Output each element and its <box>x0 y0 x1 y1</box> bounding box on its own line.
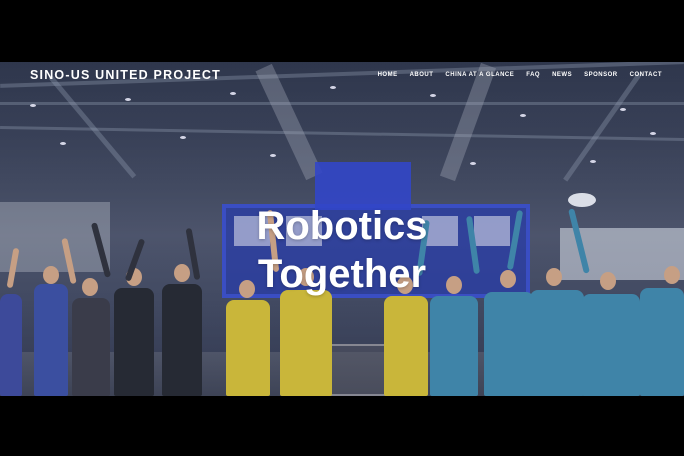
ceiling-light <box>590 160 596 163</box>
person-lab-coat <box>530 290 584 396</box>
ceiling-duct <box>255 63 323 181</box>
ceiling-light <box>430 94 436 97</box>
person-lab-coat <box>640 288 684 396</box>
ceiling-duct <box>439 62 497 182</box>
nav-item-china-at-a-glance: CHINA AT A GLANCE <box>445 72 514 78</box>
person <box>72 298 110 396</box>
hero-headline-line1: Robotics <box>256 204 428 248</box>
hero-headline-line2: Together <box>257 252 427 296</box>
nav-link-contact[interactable]: CONTACT <box>630 72 662 78</box>
nav-link-about[interactable]: ABOUT <box>410 72 434 78</box>
person <box>0 294 22 396</box>
robot-cart <box>326 344 386 396</box>
ceiling-light <box>270 154 276 157</box>
nav-item-about: ABOUT <box>410 72 434 78</box>
ceiling-light <box>620 108 626 111</box>
ceiling-light <box>30 104 36 107</box>
person-lab-coat <box>430 296 478 396</box>
ceiling-light <box>330 86 336 89</box>
nav-item-faq: FAQ <box>526 72 540 78</box>
hero-headline: Robotics Together <box>0 202 684 298</box>
nav-link-china-at-a-glance[interactable]: CHINA AT A GLANCE <box>445 72 514 78</box>
nav-item-sponsor: SPONSOR <box>584 72 618 78</box>
person-lab-coat <box>582 294 640 396</box>
person <box>162 284 202 396</box>
ceiling-beam <box>0 102 684 105</box>
person-yellow-shirt <box>280 290 332 396</box>
nav-link-news[interactable]: NEWS <box>552 72 572 78</box>
nav-item-contact: CONTACT <box>630 72 662 78</box>
nav-link-home[interactable]: HOME <box>378 72 398 78</box>
main-nav: HOME ABOUT CHINA AT A GLANCE FAQ NEWS SP… <box>378 72 662 78</box>
ceiling-light <box>520 114 526 117</box>
ceiling-beam <box>563 72 642 182</box>
ceiling-light <box>650 132 656 135</box>
ceiling-light <box>125 98 131 101</box>
person <box>114 288 154 396</box>
nav-link-sponsor[interactable]: SPONSOR <box>584 72 618 78</box>
nav-item-news: NEWS <box>552 72 572 78</box>
ceiling-light <box>60 142 66 145</box>
person <box>34 284 68 396</box>
nav-item-home: HOME <box>378 72 398 78</box>
ceiling-light <box>230 92 236 95</box>
site-title-logo[interactable]: SINO-US UNITED PROJECT <box>30 68 221 82</box>
person-lab-coat <box>484 292 534 396</box>
nav-link-faq[interactable]: FAQ <box>526 72 540 78</box>
person-yellow-shirt <box>384 296 428 396</box>
ceiling-light <box>470 162 476 165</box>
ceiling-light <box>180 136 186 139</box>
person-yellow-shirt <box>226 300 270 396</box>
